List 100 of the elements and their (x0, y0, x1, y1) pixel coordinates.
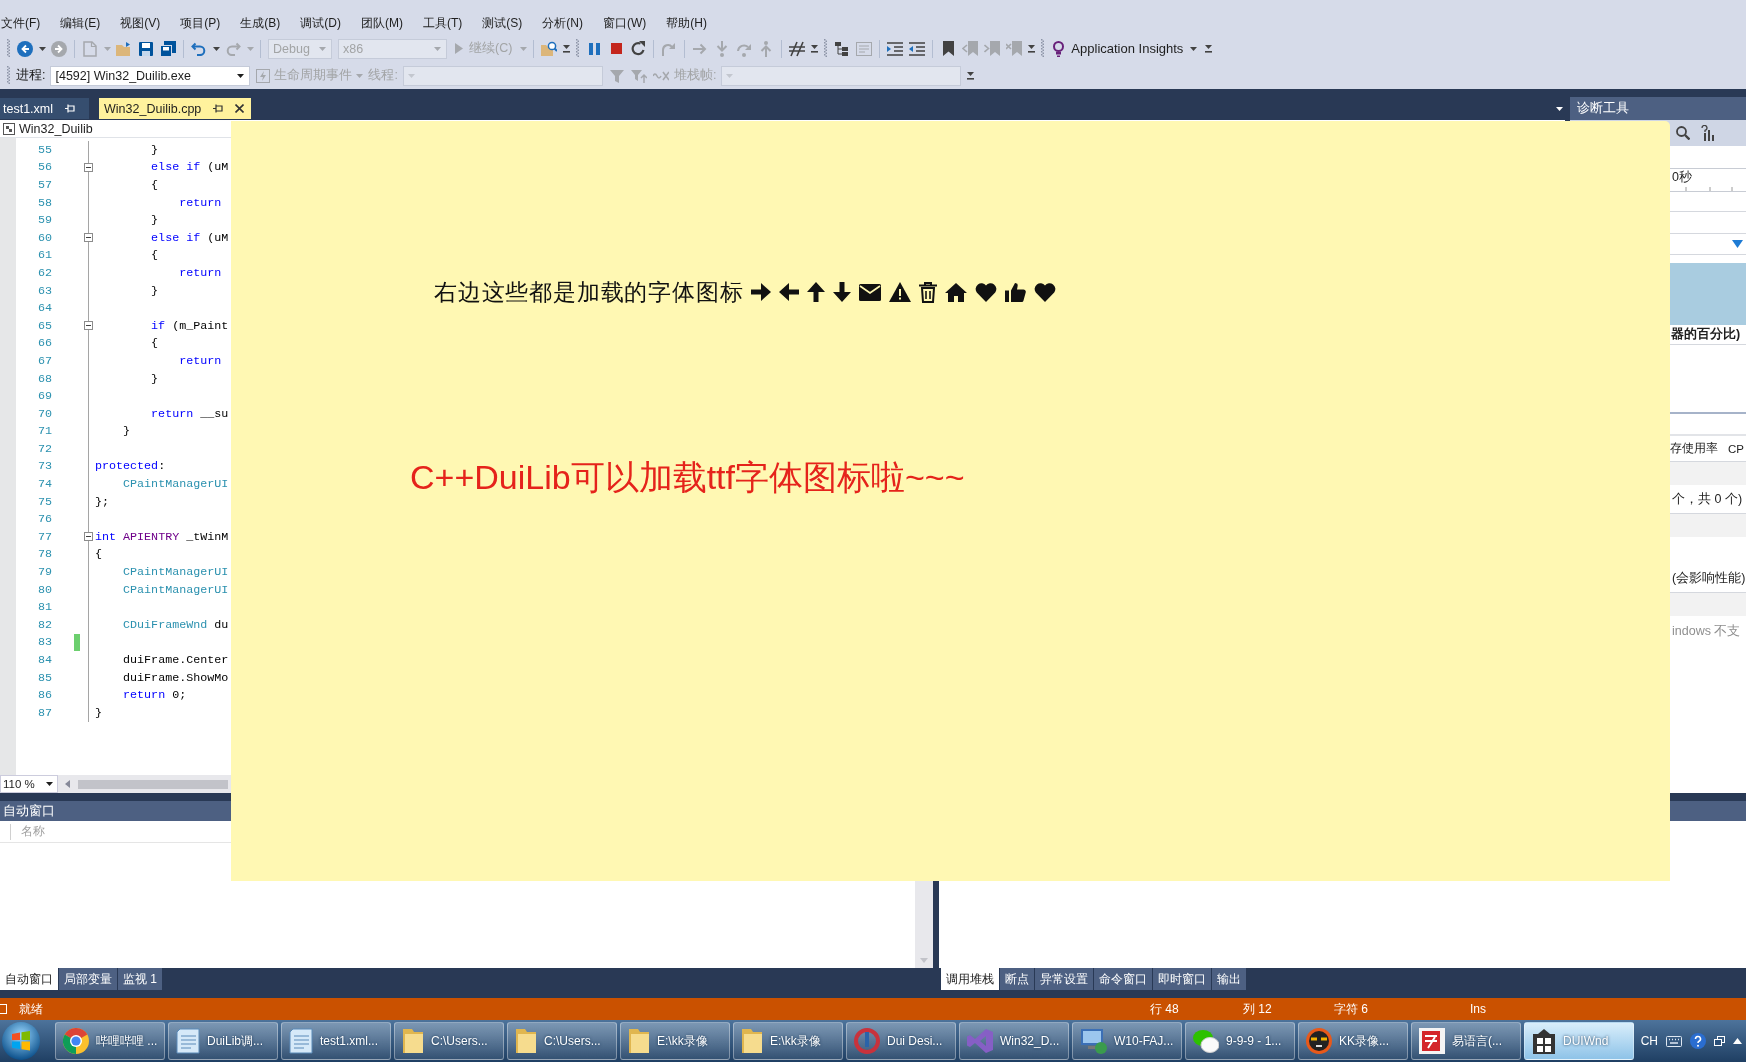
overflow-icon[interactable] (810, 44, 818, 53)
code-line: } (123, 424, 131, 439)
grip-handle[interactable] (7, 65, 10, 86)
taskbar-button[interactable]: DuiLib调... (168, 1022, 278, 1060)
process-dropdown[interactable]: [4592] Win32_Duilib.exe (50, 65, 251, 86)
menu-item[interactable]: 调试(D) (290, 12, 351, 35)
menu-item[interactable]: 团队(M) (351, 12, 413, 35)
taskbar-button[interactable]: 易语言(... (1411, 1022, 1521, 1060)
taskbar-button[interactable]: E:\kk录像 (733, 1022, 843, 1060)
down-arrow-icon (833, 282, 852, 302)
code-line: CPaintManagerUI (123, 477, 229, 492)
input-language[interactable]: CH (1640, 1034, 1658, 1048)
keyboard-icon[interactable] (1666, 1035, 1682, 1047)
insights-button[interactable]: Application Insights (1048, 37, 1203, 60)
left-arrow-icon (779, 283, 800, 301)
hash-icon[interactable] (789, 40, 806, 57)
panel-tab[interactable]: 自动窗口 (0, 968, 58, 990)
grip-handle[interactable] (576, 38, 580, 59)
panel-tab[interactable]: 调用堆栈 (941, 968, 999, 990)
pause-icon[interactable] (588, 42, 600, 55)
collapse-icon[interactable] (84, 233, 93, 243)
caret-icon (319, 46, 326, 51)
overflow-icon[interactable] (562, 44, 570, 53)
overflow-icon[interactable] (966, 71, 974, 80)
bookmark-icon[interactable] (942, 41, 954, 56)
document-tab[interactable]: Win32_Duilib.cpp (99, 98, 252, 119)
grip-handle[interactable] (824, 38, 828, 59)
panel-tab[interactable]: 命令窗口 (1094, 968, 1152, 990)
stop-icon[interactable] (610, 43, 622, 54)
caret-icon[interactable] (38, 46, 46, 51)
column-header: 存使用率 (1670, 441, 1718, 456)
menu-item[interactable]: 编辑(E) (50, 12, 111, 35)
line-number: 56 (36, 160, 52, 175)
panel-tab[interactable]: 异常设置 (1035, 968, 1093, 990)
taskbar-button[interactable]: C:\Users... (507, 1022, 617, 1060)
scroll-left-icon[interactable] (65, 780, 70, 788)
line-number: 71 (36, 424, 52, 439)
menu-item[interactable]: 视图(V) (110, 12, 171, 35)
magnifier-icon[interactable] (1676, 126, 1690, 140)
close-icon[interactable] (235, 104, 245, 113)
panel-tab[interactable]: 即时窗口 (1153, 968, 1211, 990)
taskbar-button[interactable]: Win32_D... (959, 1022, 1069, 1060)
panel-tab[interactable]: 输出 (1212, 968, 1246, 990)
menu-item[interactable]: 窗口(W) (593, 12, 657, 35)
menu-item[interactable]: 项目(P) (170, 12, 231, 35)
taskbar-button[interactable]: KK录像... (1298, 1022, 1408, 1060)
code-line: } (151, 283, 159, 298)
outdent-lines-icon[interactable] (909, 41, 926, 56)
menu-item[interactable]: 帮助(H) (656, 12, 717, 35)
pin-icon[interactable] (213, 104, 224, 113)
folder-magnifier-icon[interactable] (541, 41, 558, 56)
code-line: }; (95, 494, 110, 509)
start-button[interactable] (2, 1022, 40, 1060)
menu-item[interactable]: 生成(B) (230, 12, 291, 35)
collapse-icon[interactable] (84, 321, 93, 331)
caret-icon[interactable] (1556, 106, 1563, 111)
taskbar-button[interactable]: W10-FAJ... (1072, 1022, 1182, 1060)
overflow-icon[interactable] (1204, 44, 1212, 53)
restart-icon[interactable] (630, 41, 646, 56)
headline-text: C++DuiLib可以加载ttf字体图标啦~~~ (410, 457, 966, 498)
undo-arrow-icon[interactable] (191, 41, 207, 56)
line-number: 69 (36, 389, 52, 404)
bar-chart-icon[interactable] (1701, 125, 1715, 141)
tree-icon[interactable] (835, 41, 850, 56)
taskbar-button[interactable]: 哔哩哔哩 ... (55, 1022, 165, 1060)
indent-lines-icon[interactable] (887, 41, 904, 56)
overflow-icon[interactable] (1027, 44, 1035, 53)
restore-icon[interactable] (1714, 1036, 1725, 1046)
collapse-icon[interactable] (84, 162, 93, 172)
open-folder-icon[interactable] (116, 41, 132, 56)
menu-item[interactable]: 分析(N) (532, 12, 593, 35)
floppy-disks-icon[interactable] (160, 40, 176, 57)
grip-handle[interactable] (7, 38, 10, 59)
panel-tab[interactable]: 断点 (1000, 968, 1034, 990)
menu-item[interactable]: 工具(T) (413, 12, 473, 35)
taskbar-button[interactable]: test1.xml... (281, 1022, 391, 1060)
menu-item[interactable]: 文件(F) (0, 12, 51, 35)
help-icon[interactable] (1690, 1033, 1706, 1049)
document-tab[interactable]: test1.xml (0, 98, 89, 119)
grip-handle[interactable] (1041, 38, 1045, 59)
taskbar-button[interactable]: E:\kk录像 (620, 1022, 730, 1060)
project-dropdown[interactable]: Win32_Duilib (0, 121, 93, 136)
show-hidden-icon[interactable] (1733, 1038, 1742, 1044)
caret-icon[interactable] (212, 46, 220, 51)
collapse-icon[interactable] (84, 532, 93, 542)
taskbar-button[interactable]: C:\Users... (394, 1022, 504, 1060)
menu-item[interactable]: 测试(S) (472, 12, 533, 35)
scrollbar-thumb[interactable] (78, 779, 228, 789)
zoom-dropdown[interactable]: 110 % (0, 775, 58, 793)
taskbar-button[interactable]: 9-9-9 - 1... (1185, 1022, 1295, 1060)
code-line: return (179, 195, 222, 210)
line-number: 73 (36, 459, 52, 474)
taskbar-button[interactable]: Dui Desi... (846, 1022, 956, 1060)
panel-tab[interactable]: 局部变量 (59, 968, 117, 990)
cursor-line: 行 48 (1150, 1000, 1180, 1018)
panel-title: 自动窗口 (2, 802, 55, 820)
code-line: duiFrame.Center (123, 653, 229, 667)
notepad-icon (289, 1028, 313, 1054)
panel-tab[interactable]: 监视 1 (118, 968, 162, 990)
ribbon-logo-icon (967, 1029, 993, 1053)
